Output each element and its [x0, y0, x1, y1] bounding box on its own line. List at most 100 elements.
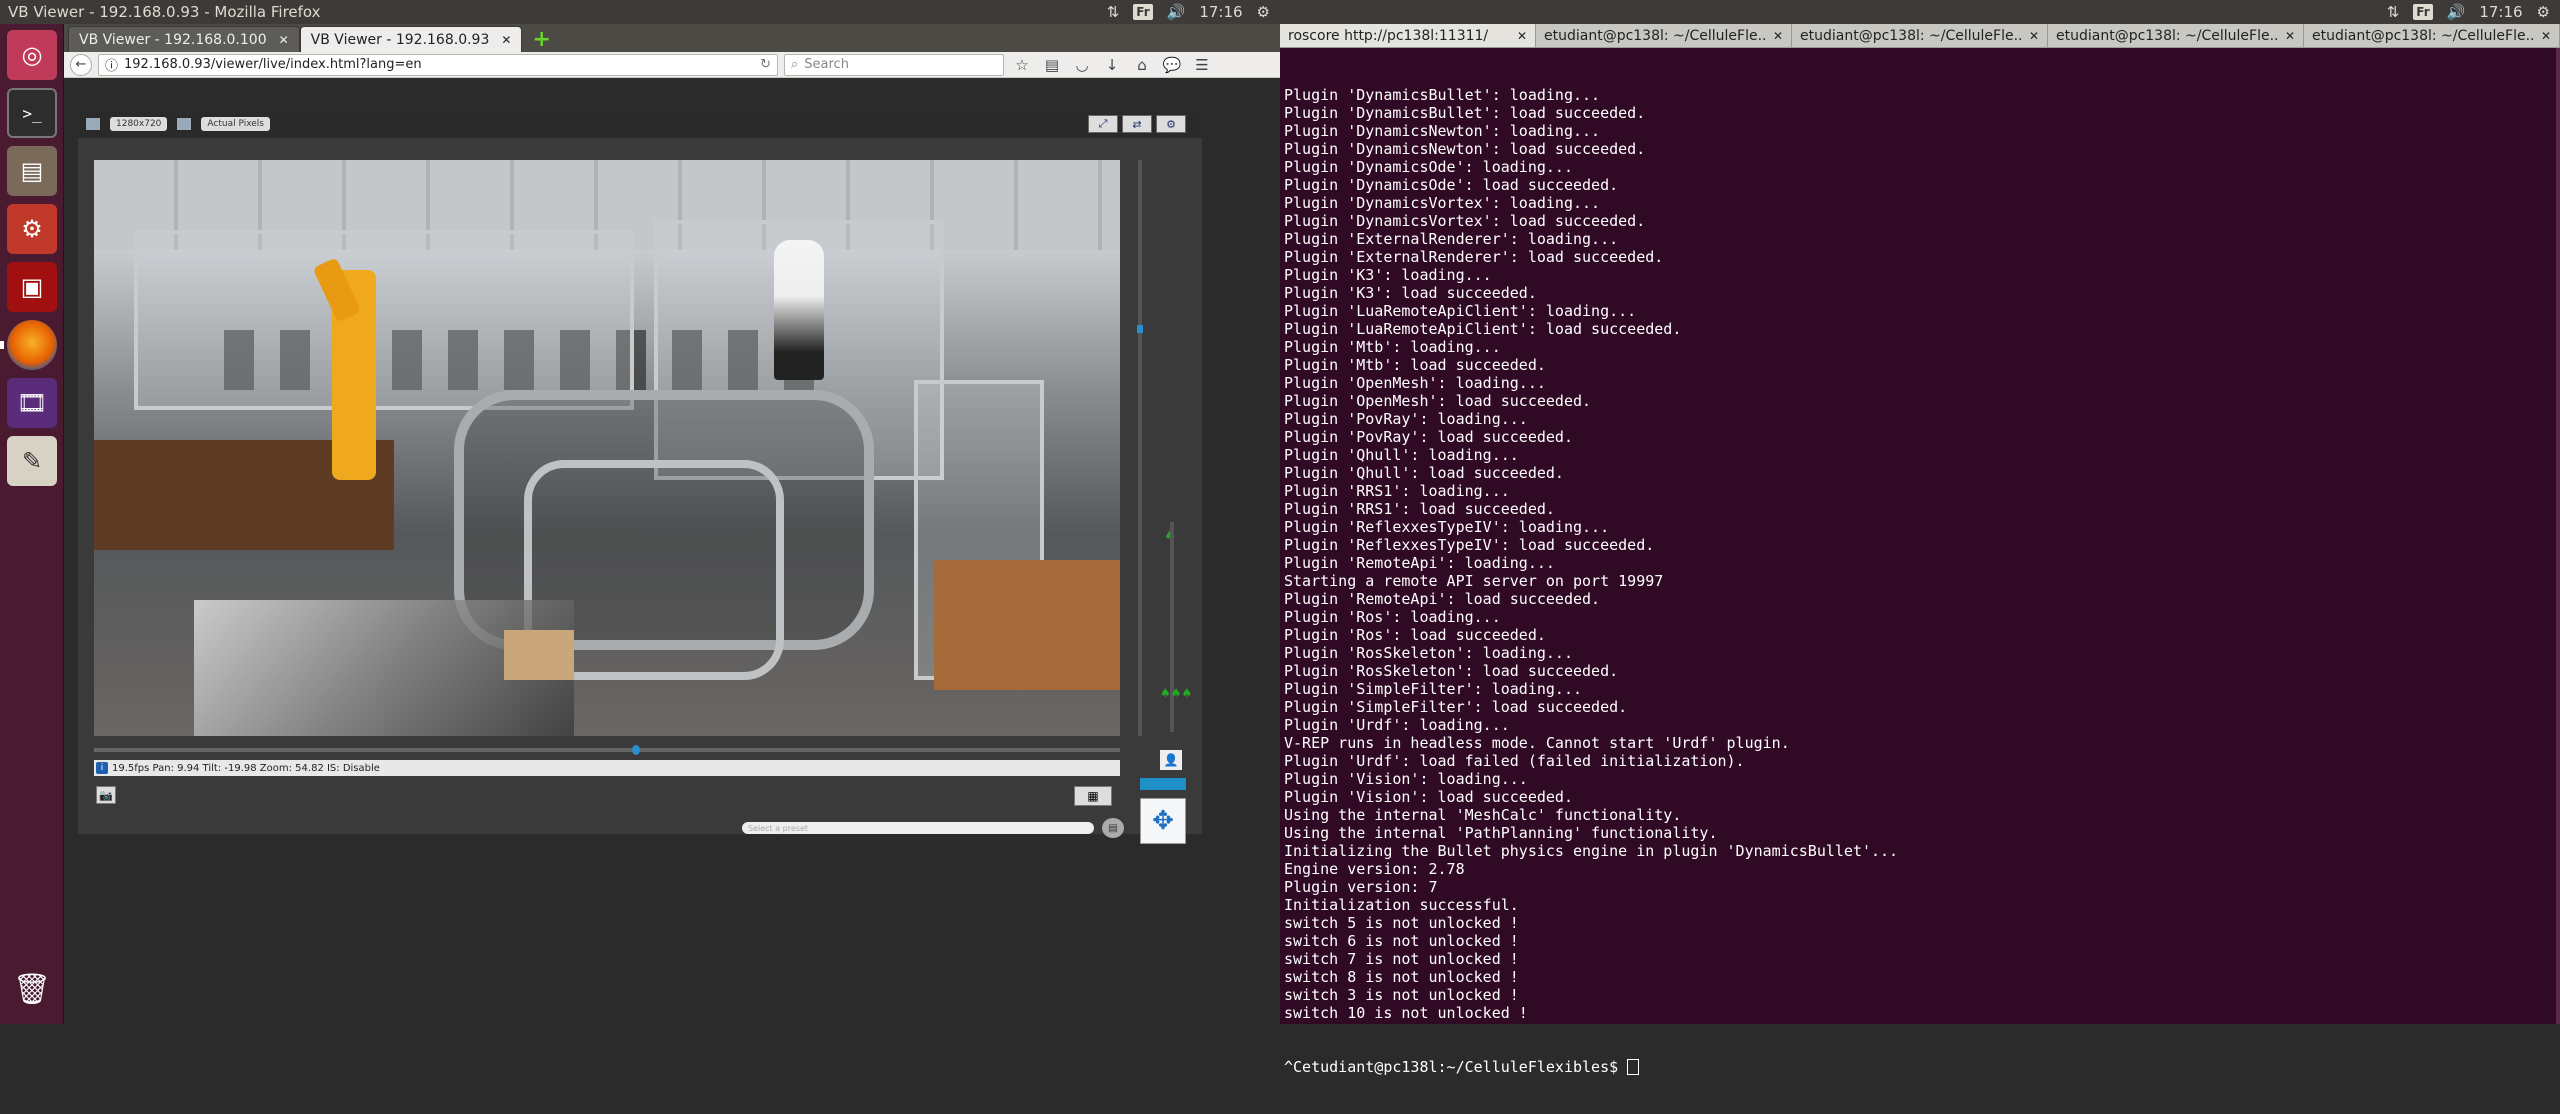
- preset-go-button[interactable]: ▤: [1102, 818, 1124, 838]
- tilt-slider[interactable]: [1137, 160, 1143, 736]
- pan-slider[interactable]: [94, 745, 1120, 755]
- close-icon[interactable]: ✕: [501, 33, 511, 47]
- close-icon[interactable]: ✕: [2285, 29, 2295, 43]
- camera-viewer: 1280x720 Actual Pixels ⤢ ⇄ ⚙ ♠♠♠ 👤 ✥ i 1…: [78, 110, 1202, 844]
- network-icon[interactable]: ⇅: [1107, 3, 1120, 21]
- files-icon[interactable]: ▤: [7, 146, 57, 196]
- network-icon[interactable]: ⇅: [2387, 3, 2400, 21]
- terminal-line: Plugin 'Urdf': loading...: [1284, 716, 1510, 734]
- terminal-scrollbar[interactable]: [2556, 48, 2560, 1024]
- close-icon[interactable]: ✕: [2541, 29, 2551, 43]
- pocket-icon[interactable]: ◡: [1070, 56, 1094, 74]
- reading-list-icon[interactable]: ▤: [1040, 56, 1064, 74]
- terminal-lines: Plugin 'DynamicsBullet': loading... Plugi…: [1284, 86, 2556, 1022]
- info-icon[interactable]: i: [96, 762, 108, 774]
- terminal-tab[interactable]: etudiant@pc138l: ~/CelluleFle... ✕: [1536, 24, 1792, 47]
- terminal-line: Starting a remote API server on port 199…: [1284, 572, 1664, 590]
- url-text: 192.168.0.93/viewer/live/index.html?lang…: [124, 57, 422, 72]
- trash-icon[interactable]: 🗑: [7, 964, 57, 1014]
- back-button[interactable]: ←: [70, 53, 92, 76]
- cardboard-box: [504, 630, 574, 680]
- zoom-out-icon[interactable]: ♠♠♠: [1160, 686, 1192, 700]
- layout-button[interactable]: ▦: [1074, 786, 1112, 806]
- keyboard-layout[interactable]: Fr: [1133, 4, 1153, 20]
- settings-button[interactable]: ⚙: [1156, 115, 1186, 133]
- pan-thumb[interactable]: [632, 745, 640, 755]
- terminal-line: Initialization successful.: [1284, 896, 1519, 914]
- zoom-slider[interactable]: [1170, 522, 1174, 732]
- terminal-tab[interactable]: etudiant@pc138l: ~/CelluleFle... ✕: [2304, 24, 2560, 47]
- terminal-line: Plugin 'Qhull': loading...: [1284, 446, 1519, 464]
- search-input[interactable]: ⌕ Search: [784, 53, 1004, 76]
- terminal-line: Plugin 'ExternalRenderer': load succeede…: [1284, 248, 1664, 266]
- terminal-line: switch 10 is not unlocked !: [1284, 1004, 1528, 1022]
- chat-icon[interactable]: 💬: [1160, 56, 1184, 74]
- video-player-icon[interactable]: 🎞: [7, 378, 57, 428]
- download-icon[interactable]: ↓: [1100, 56, 1124, 74]
- close-icon[interactable]: ✕: [1517, 29, 1527, 43]
- volume-icon[interactable]: 🔊: [2447, 3, 2466, 21]
- ubuntu-dash-icon[interactable]: ◎: [7, 30, 57, 80]
- gear-icon[interactable]: ⚙: [2537, 3, 2550, 21]
- terminal-line: switch 3 is not unlocked !: [1284, 986, 1519, 1004]
- gear-icon[interactable]: ⚙: [1257, 3, 1270, 21]
- close-icon[interactable]: ✕: [1773, 29, 1783, 43]
- resolution-icon: [86, 118, 100, 130]
- top-panel-right: ⇅ Fr 🔊 17:16 ⚙: [1280, 0, 2560, 24]
- terminal-line: Plugin 'RRS1': load succeeded.: [1284, 500, 1555, 518]
- clock[interactable]: 17:16: [1199, 3, 1242, 21]
- close-icon[interactable]: ✕: [279, 33, 289, 47]
- status-bar: i 19.5fps Pan: 9.94 Tilt: -19.98 Zoom: 5…: [94, 760, 1120, 776]
- menu-icon[interactable]: ☰: [1190, 56, 1214, 74]
- terminal-line: switch 8 is not unlocked !: [1284, 968, 1519, 986]
- keyboard-layout[interactable]: Fr: [2413, 4, 2433, 20]
- new-tab-button[interactable]: +: [522, 27, 560, 52]
- side-table: [934, 560, 1120, 690]
- bookmark-star-icon[interactable]: ☆: [1010, 56, 1034, 74]
- terminal-line: switch 7 is not unlocked !: [1284, 950, 1519, 968]
- terminal-line: Plugin 'RosSkeleton': load succeeded.: [1284, 662, 1619, 680]
- terminal-tab[interactable]: roscore http://pc138l:11311/ ✕: [1280, 24, 1536, 47]
- preset-select[interactable]: Select a preset: [742, 822, 1094, 834]
- tilt-thumb[interactable]: [1137, 325, 1143, 333]
- terminal-tab[interactable]: etudiant@pc138l: ~/CelluleFle... ✕: [1792, 24, 2048, 47]
- site-info-icon[interactable]: ⓘ: [105, 55, 118, 74]
- terminal-prompt-line[interactable]: ^Cetudiant@pc138l:~/CelluleFlexibles$: [1284, 1058, 2556, 1076]
- system-settings-icon[interactable]: ⚙: [7, 204, 57, 254]
- ptz-control-button[interactable]: ✥: [1140, 798, 1186, 844]
- browser-tab[interactable]: VB Viewer - 192.168.0.100 ✕: [68, 26, 300, 52]
- firefox-icon[interactable]: [7, 320, 57, 370]
- terminal-line: Plugin 'LuaRemoteApiClient': load succee…: [1284, 320, 1682, 338]
- reload-icon[interactable]: ↻: [760, 57, 771, 72]
- home-icon[interactable]: ⌂: [1130, 56, 1154, 74]
- clock[interactable]: 17:16: [2479, 3, 2522, 21]
- navigation-bar: ← ⓘ 192.168.0.93/viewer/live/index.html?…: [64, 52, 1280, 78]
- resolution-select[interactable]: 1280x720: [110, 117, 168, 131]
- close-icon[interactable]: ✕: [2029, 29, 2039, 43]
- terminal-line: Plugin 'Mtb': load succeeded.: [1284, 356, 1546, 374]
- search-icon: ⌕: [791, 57, 799, 72]
- view-size-select[interactable]: Actual Pixels: [201, 117, 270, 131]
- terminal-tab[interactable]: etudiant@pc138l: ~/CelluleFle... ✕: [2048, 24, 2304, 47]
- user-icon[interactable]: 👤: [1160, 750, 1182, 770]
- system-tray-right: ⇅ Fr 🔊 17:16 ⚙: [2387, 3, 2560, 21]
- system-tray: ⇅ Fr 🔊 17:16 ⚙: [1107, 3, 1280, 21]
- browser-tab-active[interactable]: VB Viewer - 192.168.0.93 ✕: [299, 26, 523, 52]
- terminal-line: Plugin 'Mtb': loading...: [1284, 338, 1501, 356]
- terminal-line: Plugin 'PovRay': load succeeded.: [1284, 428, 1573, 446]
- humanoid-robot: [774, 240, 824, 380]
- remote-desktop-icon[interactable]: ▣: [7, 262, 57, 312]
- fullscreen-button[interactable]: ⤢: [1088, 115, 1118, 133]
- text-editor-icon[interactable]: ✎: [7, 436, 57, 486]
- terminal-line: Plugin 'DynamicsVortex': load succeeded.: [1284, 212, 1646, 230]
- terminal-line: Plugin 'DynamicsBullet': load succeeded.: [1284, 104, 1646, 122]
- terminal-output[interactable]: Plugin 'DynamicsBullet': loading... Plugi…: [1280, 48, 2560, 1114]
- live-camera-image[interactable]: [94, 160, 1120, 736]
- url-bar[interactable]: ⓘ 192.168.0.93/viewer/live/index.html?la…: [98, 53, 778, 76]
- volume-icon[interactable]: 🔊: [1167, 3, 1186, 21]
- terminal-line: Using the internal 'MeshCalc' functional…: [1284, 806, 1682, 824]
- control-bar[interactable]: [1140, 778, 1186, 790]
- terminal-icon[interactable]: >_: [7, 88, 57, 138]
- snapshot-button[interactable]: 📷: [96, 786, 116, 804]
- switch-view-button[interactable]: ⇄: [1122, 115, 1152, 133]
